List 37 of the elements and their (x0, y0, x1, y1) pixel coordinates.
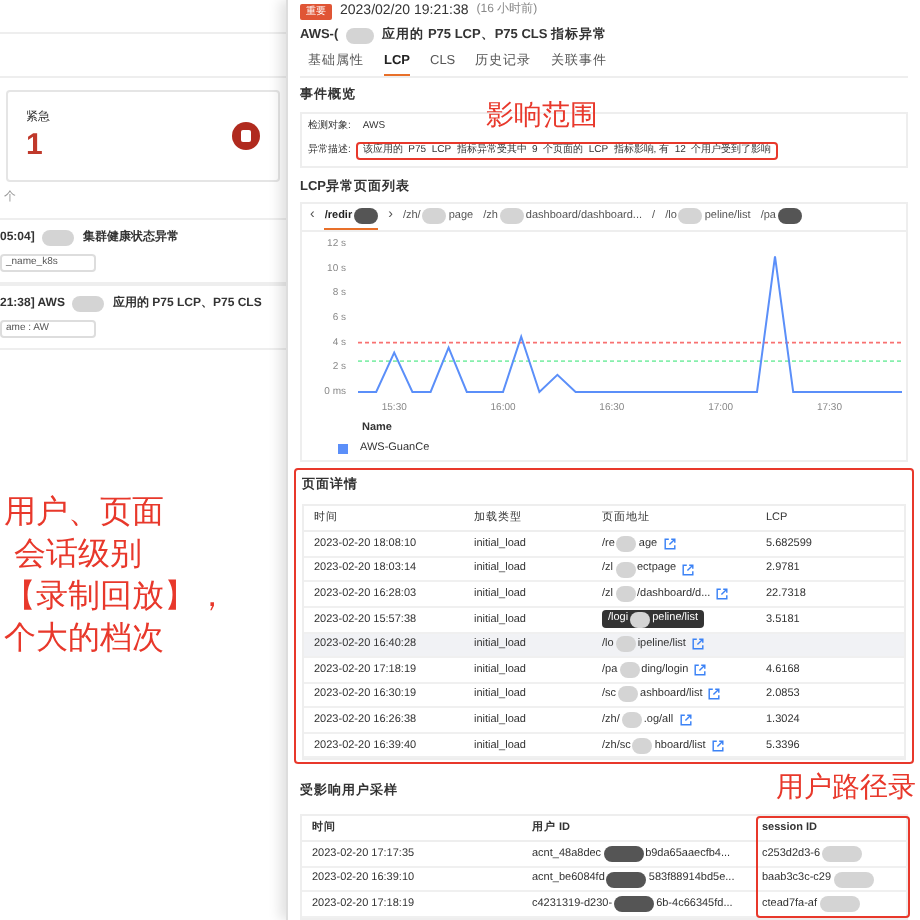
external-link-icon[interactable] (708, 688, 721, 701)
annotation-text: 【录制回放】， (4, 578, 228, 616)
external-link-icon[interactable] (716, 588, 729, 601)
redaction-mark (621, 712, 642, 729)
annotation-text: 会话级别 (12, 536, 142, 574)
annotation-text: 用户路径录 (776, 768, 916, 807)
redaction-mark (499, 207, 524, 224)
redaction-mark (42, 230, 75, 247)
external-link-icon[interactable] (694, 663, 707, 676)
external-link-icon[interactable] (691, 638, 704, 651)
external-link-icon[interactable] (663, 537, 676, 550)
annotation-text: 影响范围 (486, 96, 598, 135)
alarm-icon (232, 122, 260, 150)
redaction-mark (819, 896, 860, 913)
annotation-text: 个大的档次 (4, 620, 164, 658)
redaction-mark (72, 296, 105, 313)
redaction-mark (615, 636, 636, 653)
redaction-mark (618, 686, 639, 703)
redaction-mark (346, 28, 375, 45)
redaction-mark (616, 535, 637, 552)
redaction-mark (630, 611, 651, 628)
redaction-mark (614, 896, 655, 913)
external-link-icon[interactable] (682, 563, 695, 576)
redaction-mark (619, 661, 640, 678)
redaction-mark (833, 871, 874, 888)
annotation-text: 用户、页面 (4, 494, 164, 532)
redaction-mark (632, 737, 653, 754)
redaction-mark (422, 207, 447, 224)
redaction-mark (678, 207, 703, 224)
redaction-mark (603, 846, 644, 863)
redaction-mark (354, 207, 379, 224)
redaction-mark (606, 871, 647, 888)
redaction-mark (777, 207, 802, 224)
status-count: 1 (26, 127, 45, 163)
external-link-icon[interactable] (679, 714, 692, 727)
external-link-icon[interactable] (711, 739, 724, 752)
redaction-mark (822, 846, 863, 863)
